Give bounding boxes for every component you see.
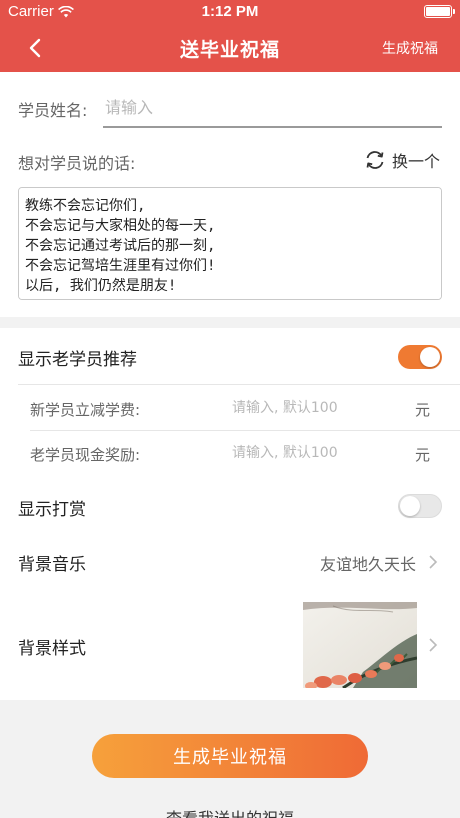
nav-bar: 送毕业祝福 生成祝福 [0, 24, 460, 72]
divider [30, 430, 460, 431]
student-name-input[interactable] [103, 88, 442, 128]
old-reward-unit: 元 [414, 446, 430, 464]
refresh-message-button[interactable]: 换一个 [364, 148, 440, 172]
view-sent-wishes-link[interactable]: 查看我送出的祝福 [0, 805, 460, 818]
chevron-right-icon [429, 555, 438, 569]
settings-section: 显示老学员推荐 新学员立减学费: 元 老学员现金奖励: 元 显示打赏 背景音乐 … [0, 328, 460, 700]
message-section: 学员姓名: 想对学员说的话: 换一个 [0, 72, 460, 317]
background-style-label: 背景样式 [18, 639, 86, 659]
background-music-value: 友谊地久天长 [319, 555, 416, 574]
background-music-label: 背景音乐 [18, 555, 86, 575]
referral-toggle[interactable] [398, 345, 442, 369]
chevron-right-icon[interactable] [426, 637, 440, 653]
background-music-row[interactable]: 背景音乐 友谊地久天长 [0, 538, 460, 588]
old-reward-input[interactable] [232, 440, 382, 466]
message-label: 想对学员说的话: [18, 154, 136, 173]
old-reward-label: 老学员现金奖励: [30, 446, 141, 464]
refresh-icon [366, 151, 384, 169]
message-textarea[interactable] [18, 187, 442, 300]
tip-toggle[interactable] [398, 494, 442, 518]
new-discount-unit: 元 [414, 401, 430, 419]
status-bar: Carrier 1:12 PM [0, 0, 460, 24]
tip-label: 显示打赏 [18, 500, 86, 520]
refresh-label: 换一个 [391, 152, 440, 171]
student-name-label: 学员姓名: [18, 101, 88, 120]
battery-icon [424, 5, 455, 18]
divider [18, 384, 460, 385]
new-discount-input[interactable] [232, 395, 382, 421]
generate-graduation-wish-button[interactable]: 生成毕业祝福 [92, 734, 368, 778]
status-time: 1:12 PM [201, 3, 259, 20]
background-style-thumbnail[interactable] [303, 602, 417, 688]
referral-label: 显示老学员推荐 [18, 350, 137, 370]
new-discount-label: 新学员立减学费: [30, 401, 141, 419]
generate-wish-nav-button[interactable]: 生成祝福 [382, 38, 438, 58]
